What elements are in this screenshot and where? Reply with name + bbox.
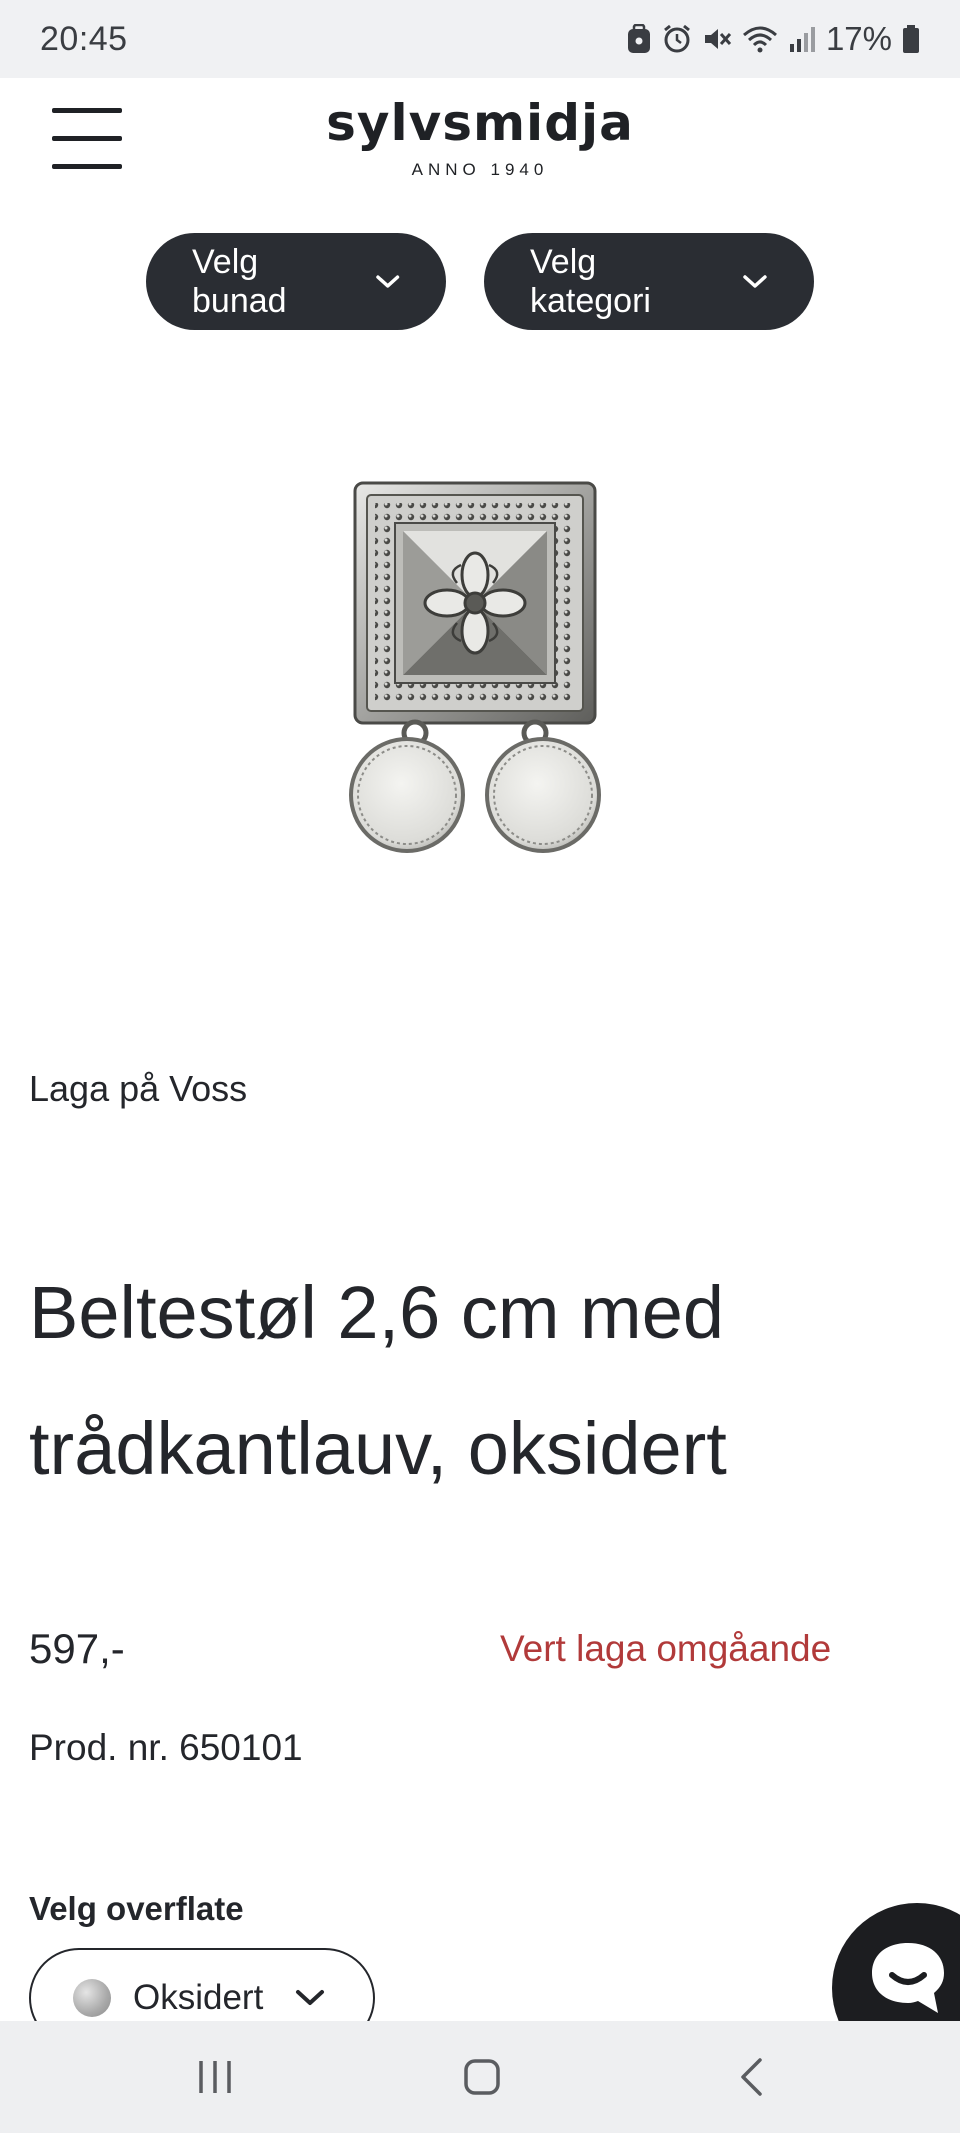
chevron-down-icon (743, 274, 767, 288)
select-kategori-label: Velg kategori (530, 242, 651, 320)
product-price: 597,- (29, 1625, 125, 1672)
select-bunad-label: Velg bunad (192, 242, 287, 320)
chevron-down-icon (375, 274, 399, 288)
logo-wordmark: sylvsmidja (326, 94, 634, 152)
site-header: sylvsmidja ANNO 1940 (0, 78, 960, 208)
battery-percentage: 17% (825, 20, 892, 57)
select-bunad-button[interactable]: Velg bunad (146, 233, 446, 330)
wifi-icon (742, 26, 777, 53)
recent-apps-icon[interactable] (195, 2057, 235, 2097)
surface-selected-value: Oksidert (133, 1978, 264, 2017)
surface-label: Velg overflate (29, 1890, 244, 1927)
chat-bubble-icon (872, 1943, 944, 2013)
home-icon[interactable] (462, 2057, 502, 2097)
select-kategori-button[interactable]: Velg kategori (484, 233, 814, 330)
signal-icon (789, 27, 815, 52)
alarm-icon (664, 24, 690, 53)
filter-bar: Velg bunad Velg kategori (0, 233, 960, 330)
lock-icon (627, 24, 650, 53)
site-logo[interactable]: sylvsmidja ANNO 1940 (0, 98, 960, 180)
status-icons: 17% (626, 20, 920, 58)
product-maker[interactable]: Laga på Voss (29, 1068, 247, 1110)
mute-icon (704, 29, 732, 49)
product-image[interactable] (345, 475, 605, 870)
status-bar: 20:45 17% (0, 0, 960, 78)
battery-icon (903, 25, 919, 53)
status-time: 20:45 (40, 19, 128, 58)
logo-subtitle: ANNO 1940 (411, 160, 549, 179)
product-number: Prod. nr. 650101 (29, 1727, 303, 1768)
surface-swatch (73, 1979, 111, 2017)
chevron-down-icon (296, 1990, 325, 2005)
back-icon[interactable] (732, 2057, 772, 2097)
product-title: Beltestøl 2,6 cm med trådkantlauv, oksid… (29, 1271, 727, 1490)
availability-status: Vert laga omgåande (500, 1628, 832, 1669)
system-nav-bar (0, 2021, 960, 2133)
